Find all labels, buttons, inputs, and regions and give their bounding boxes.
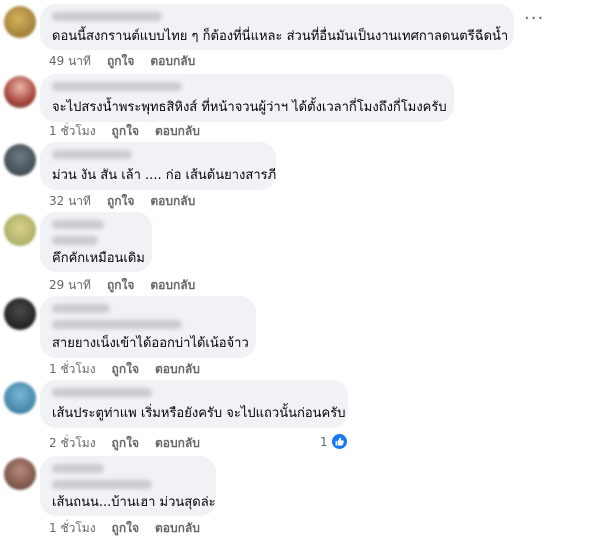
blurred-badge [52,304,110,313]
reply-button[interactable]: ตอบกลับ [150,192,195,211]
like-button[interactable]: ถูกใจ [112,519,139,538]
comment-actions: 29 นาที ถูกใจ ตอบกลับ [49,276,195,295]
blurred-author-name[interactable] [52,82,182,91]
avatar[interactable] [4,144,36,176]
reaction-count: 1 [320,434,328,449]
comment-actions: 1 ชั่วโมง ถูกใจ ตอบกลับ [49,122,200,141]
reply-button[interactable]: ตอบกลับ [155,519,200,538]
reply-button[interactable]: ตอบกลับ [150,52,195,71]
blurred-author-name[interactable] [52,388,152,397]
comment-timestamp[interactable]: 49 นาที [49,52,91,71]
comment-actions: 1 ชั่วโมง ถูกใจ ตอบกลับ [49,360,200,379]
comment-bubble: จะไปสรงน้ำพระพุทธสิหิงส์ ที่หน้าจวนผู้ว่… [40,74,454,122]
reply-button[interactable]: ตอบกลับ [155,434,200,453]
comment-bubble: ดอนนี้สงกรานต์แบบไทย ๆ ก็ต้องที่นี่แหละ … [40,4,514,50]
comment-bubble: ม่วน งัน สัน เล้า .... ก่อ เส้นต้นยางสาร… [40,142,276,190]
comment-actions: 32 นาที ถูกใจ ตอบกลับ [49,192,195,211]
like-button[interactable]: ถูกใจ [112,434,139,453]
blurred-badge [52,464,104,473]
like-button[interactable]: ถูกใจ [112,122,139,141]
avatar[interactable] [4,6,36,38]
comment-text: คึกคักเหมือนเดิม [52,251,145,266]
blurred-author-name[interactable] [52,150,132,159]
comment-bubble: เส้นประตูท่าแพ เริ่มหรือยังครับ จะไปแถวน… [40,380,348,428]
comment-text: จะไปสรงน้ำพระพุทธสิหิงส์ ที่หน้าจวนผู้ว่… [52,100,447,115]
comment-bubble: สายยางเน็งเข้าได้ออกบ่าได้เน้อจ้าว [40,296,256,358]
blurred-author-name[interactable] [52,236,98,245]
avatar[interactable] [4,382,36,414]
comment-timestamp[interactable]: 1 ชั่วโมง [49,360,96,379]
like-reaction-icon [330,433,348,450]
avatar[interactable] [4,298,36,330]
comment-text: สายยางเน็งเข้าได้ออกบ่าได้เน้อจ้าว [52,336,249,351]
comment-actions: 2 ชั่วโมง ถูกใจ ตอบกลับ [49,434,200,453]
blurred-author-name[interactable] [52,320,182,329]
comment-timestamp[interactable]: 2 ชั่วโมง [49,434,96,453]
avatar[interactable] [4,214,36,246]
like-button[interactable]: ถูกใจ [107,192,134,211]
comment-text: เส้นถนน...บ้านเฮา ม่วนสุดล่ะ [52,495,216,510]
avatar[interactable] [4,76,36,108]
reply-button[interactable]: ตอบกลับ [155,360,200,379]
comment-text: ดอนนี้สงกรานต์แบบไทย ๆ ก็ต้องที่นี่แหละ … [52,29,509,44]
like-button[interactable]: ถูกใจ [112,360,139,379]
comment-timestamp[interactable]: 29 นาที [49,276,91,295]
reply-button[interactable]: ตอบกลับ [150,276,195,295]
comment-actions: 49 นาที ถูกใจ ตอบกลับ [49,52,195,71]
blurred-author-name[interactable] [52,12,162,21]
comment-text: ม่วน งัน สัน เล้า .... ก่อ เส้นต้นยางสาร… [52,168,277,183]
avatar[interactable] [4,458,36,490]
reaction-summary[interactable]: 1 [320,433,348,450]
comment-text: เส้นประตูท่าแพ เริ่มหรือยังครับ จะไปแถวน… [52,406,346,421]
comment-timestamp[interactable]: 1 ชั่วโมง [49,519,96,538]
comment-bubble: คึกคักเหมือนเดิม [40,212,152,272]
blurred-author-name[interactable] [52,480,152,489]
comment-timestamp[interactable]: 1 ชั่วโมง [49,122,96,141]
like-button[interactable]: ถูกใจ [107,276,134,295]
comment-actions: 1 ชั่วโมง ถูกใจ ตอบกลับ [49,519,200,538]
reply-button[interactable]: ตอบกลับ [155,122,200,141]
comment-bubble: เส้นถนน...บ้านเฮา ม่วนสุดล่ะ [40,456,216,516]
blurred-badge [52,220,104,229]
more-horizontal-icon[interactable]: ··· [524,10,544,28]
comment-timestamp[interactable]: 32 นาที [49,192,91,211]
like-button[interactable]: ถูกใจ [107,52,134,71]
